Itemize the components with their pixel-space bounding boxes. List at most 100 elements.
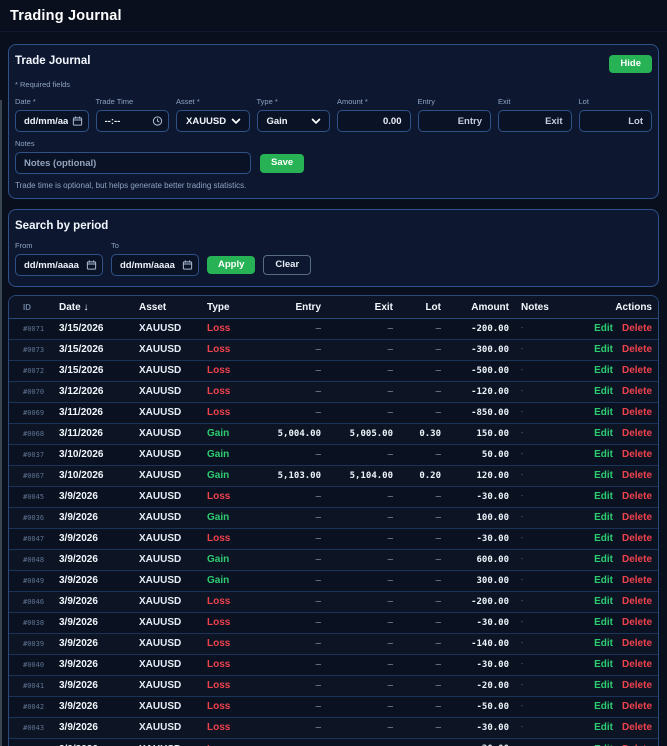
edit-link[interactable]: Edit (594, 596, 613, 607)
delete-link[interactable]: Delete (622, 659, 652, 670)
row-id-value: #0073 (23, 345, 45, 354)
delete-link[interactable]: Delete (622, 533, 652, 544)
delete-link[interactable]: Delete (622, 386, 652, 397)
delete-link[interactable]: Delete (622, 323, 652, 334)
row-asset: XAUUSD (133, 590, 201, 613)
row-exit: – (327, 318, 399, 339)
save-button[interactable]: Save (260, 154, 305, 173)
header-amount[interactable]: Amount (447, 296, 515, 319)
delete-link[interactable]: Delete (622, 491, 652, 502)
row-date: 3/15/2026 (53, 338, 133, 361)
table-row: #0040 3/9/2026 XAUUSD Loss – – – -30.00 - Edit Del… (9, 653, 658, 676)
row-amount: -20.00 (447, 674, 515, 697)
row-amount: -120.00 (447, 380, 515, 403)
hide-button[interactable]: Hide (609, 55, 652, 74)
row-id: #0043 (9, 716, 53, 739)
delete-link[interactable]: Delete (622, 701, 652, 712)
row-notes: - (515, 506, 559, 529)
row-entry: – (253, 611, 327, 634)
calendar-icon[interactable] (86, 260, 97, 271)
delete-link[interactable]: Delete (622, 722, 652, 733)
row-lot-value: – (435, 659, 441, 670)
delete-link[interactable]: Delete (622, 365, 652, 376)
calendar-icon[interactable] (182, 260, 193, 271)
edit-link[interactable]: Edit (594, 344, 613, 355)
row-id-value: #0047 (23, 534, 45, 543)
entry-input[interactable] (417, 110, 491, 133)
edit-link[interactable]: Edit (594, 722, 613, 733)
row-notes-value: - (521, 325, 524, 333)
delete-link[interactable]: Delete (622, 596, 652, 607)
row-date-value: 3/9/2026 (59, 512, 98, 524)
edit-link[interactable]: Edit (594, 512, 613, 523)
delete-link[interactable]: Delete (622, 449, 652, 460)
row-actions: Edit Delete (559, 527, 658, 550)
edit-link[interactable]: Edit (594, 659, 613, 670)
notes-input[interactable] (15, 152, 251, 175)
type-select[interactable]: Gain (256, 110, 330, 133)
edit-link[interactable]: Edit (594, 575, 613, 586)
row-notes: - (515, 380, 559, 403)
header-exit[interactable]: Exit (327, 296, 399, 319)
row-notes-value: - (521, 682, 524, 690)
header-lot[interactable]: Lot (399, 296, 447, 319)
delete-link[interactable]: Delete (622, 617, 652, 628)
clear-button[interactable]: Clear (263, 255, 312, 276)
asset-select[interactable]: XAUUSD (176, 110, 250, 133)
row-amount-value: -50.00 (476, 701, 509, 712)
edit-link[interactable]: Edit (594, 365, 613, 376)
row-notes-value: - (521, 409, 524, 417)
header-notes[interactable]: Notes (515, 296, 559, 319)
delete-link[interactable]: Delete (622, 470, 652, 481)
delete-link[interactable]: Delete (622, 344, 652, 355)
row-id-value: #0036 (23, 513, 45, 522)
edit-link[interactable]: Edit (594, 428, 613, 439)
edit-link[interactable]: Edit (594, 386, 613, 397)
delete-link[interactable]: Delete (622, 554, 652, 565)
table-row: #0070 3/12/2026 XAUUSD Loss – – – -120.00 - Edit D… (9, 380, 658, 403)
row-entry: – (253, 401, 327, 424)
type-select-value: Gain (266, 115, 288, 127)
header-asset[interactable]: Asset (133, 296, 201, 319)
row-type-value: Loss (207, 491, 231, 503)
header-type[interactable]: Type (201, 296, 253, 319)
row-date: 3/9/2026 (53, 548, 133, 571)
lot-input[interactable] (578, 110, 652, 133)
row-amount: -30.00 (447, 716, 515, 739)
clock-icon[interactable] (152, 116, 163, 127)
edit-link[interactable]: Edit (594, 323, 613, 334)
calendar-icon[interactable] (72, 116, 83, 127)
row-asset: XAUUSD (133, 527, 201, 550)
left-edge-scrollbar[interactable] (0, 100, 2, 746)
row-lot-value: – (435, 680, 441, 691)
edit-link[interactable]: Edit (594, 491, 613, 502)
edit-link[interactable]: Edit (594, 470, 613, 481)
delete-link[interactable]: Delete (622, 407, 652, 418)
delete-link[interactable]: Delete (622, 638, 652, 649)
delete-link[interactable]: Delete (622, 428, 652, 439)
edit-link[interactable]: Edit (594, 680, 613, 691)
apply-button[interactable]: Apply (207, 256, 256, 275)
edit-link[interactable]: Edit (594, 407, 613, 418)
delete-link[interactable]: Delete (622, 512, 652, 523)
header-date[interactable]: Date ↓ (53, 296, 133, 319)
exit-input[interactable] (498, 110, 572, 133)
edit-link[interactable]: Edit (594, 449, 613, 460)
row-exit-value: – (387, 407, 393, 418)
row-asset-value: XAUUSD (139, 701, 182, 713)
edit-link[interactable]: Edit (594, 617, 613, 628)
row-entry: – (253, 527, 327, 550)
edit-link[interactable]: Edit (594, 638, 613, 649)
header-id[interactable]: ID (9, 296, 53, 319)
row-lot-value: – (435, 386, 441, 397)
header-entry[interactable]: Entry (253, 296, 327, 319)
edit-link[interactable]: Edit (594, 554, 613, 565)
edit-link[interactable]: Edit (594, 533, 613, 544)
row-amount: -30.00 (447, 527, 515, 550)
edit-link[interactable]: Edit (594, 701, 613, 712)
delete-link[interactable]: Delete (622, 575, 652, 586)
row-lot: – (399, 548, 447, 571)
delete-link[interactable]: Delete (622, 680, 652, 691)
amount-input[interactable] (337, 110, 411, 133)
row-notes: - (515, 527, 559, 550)
